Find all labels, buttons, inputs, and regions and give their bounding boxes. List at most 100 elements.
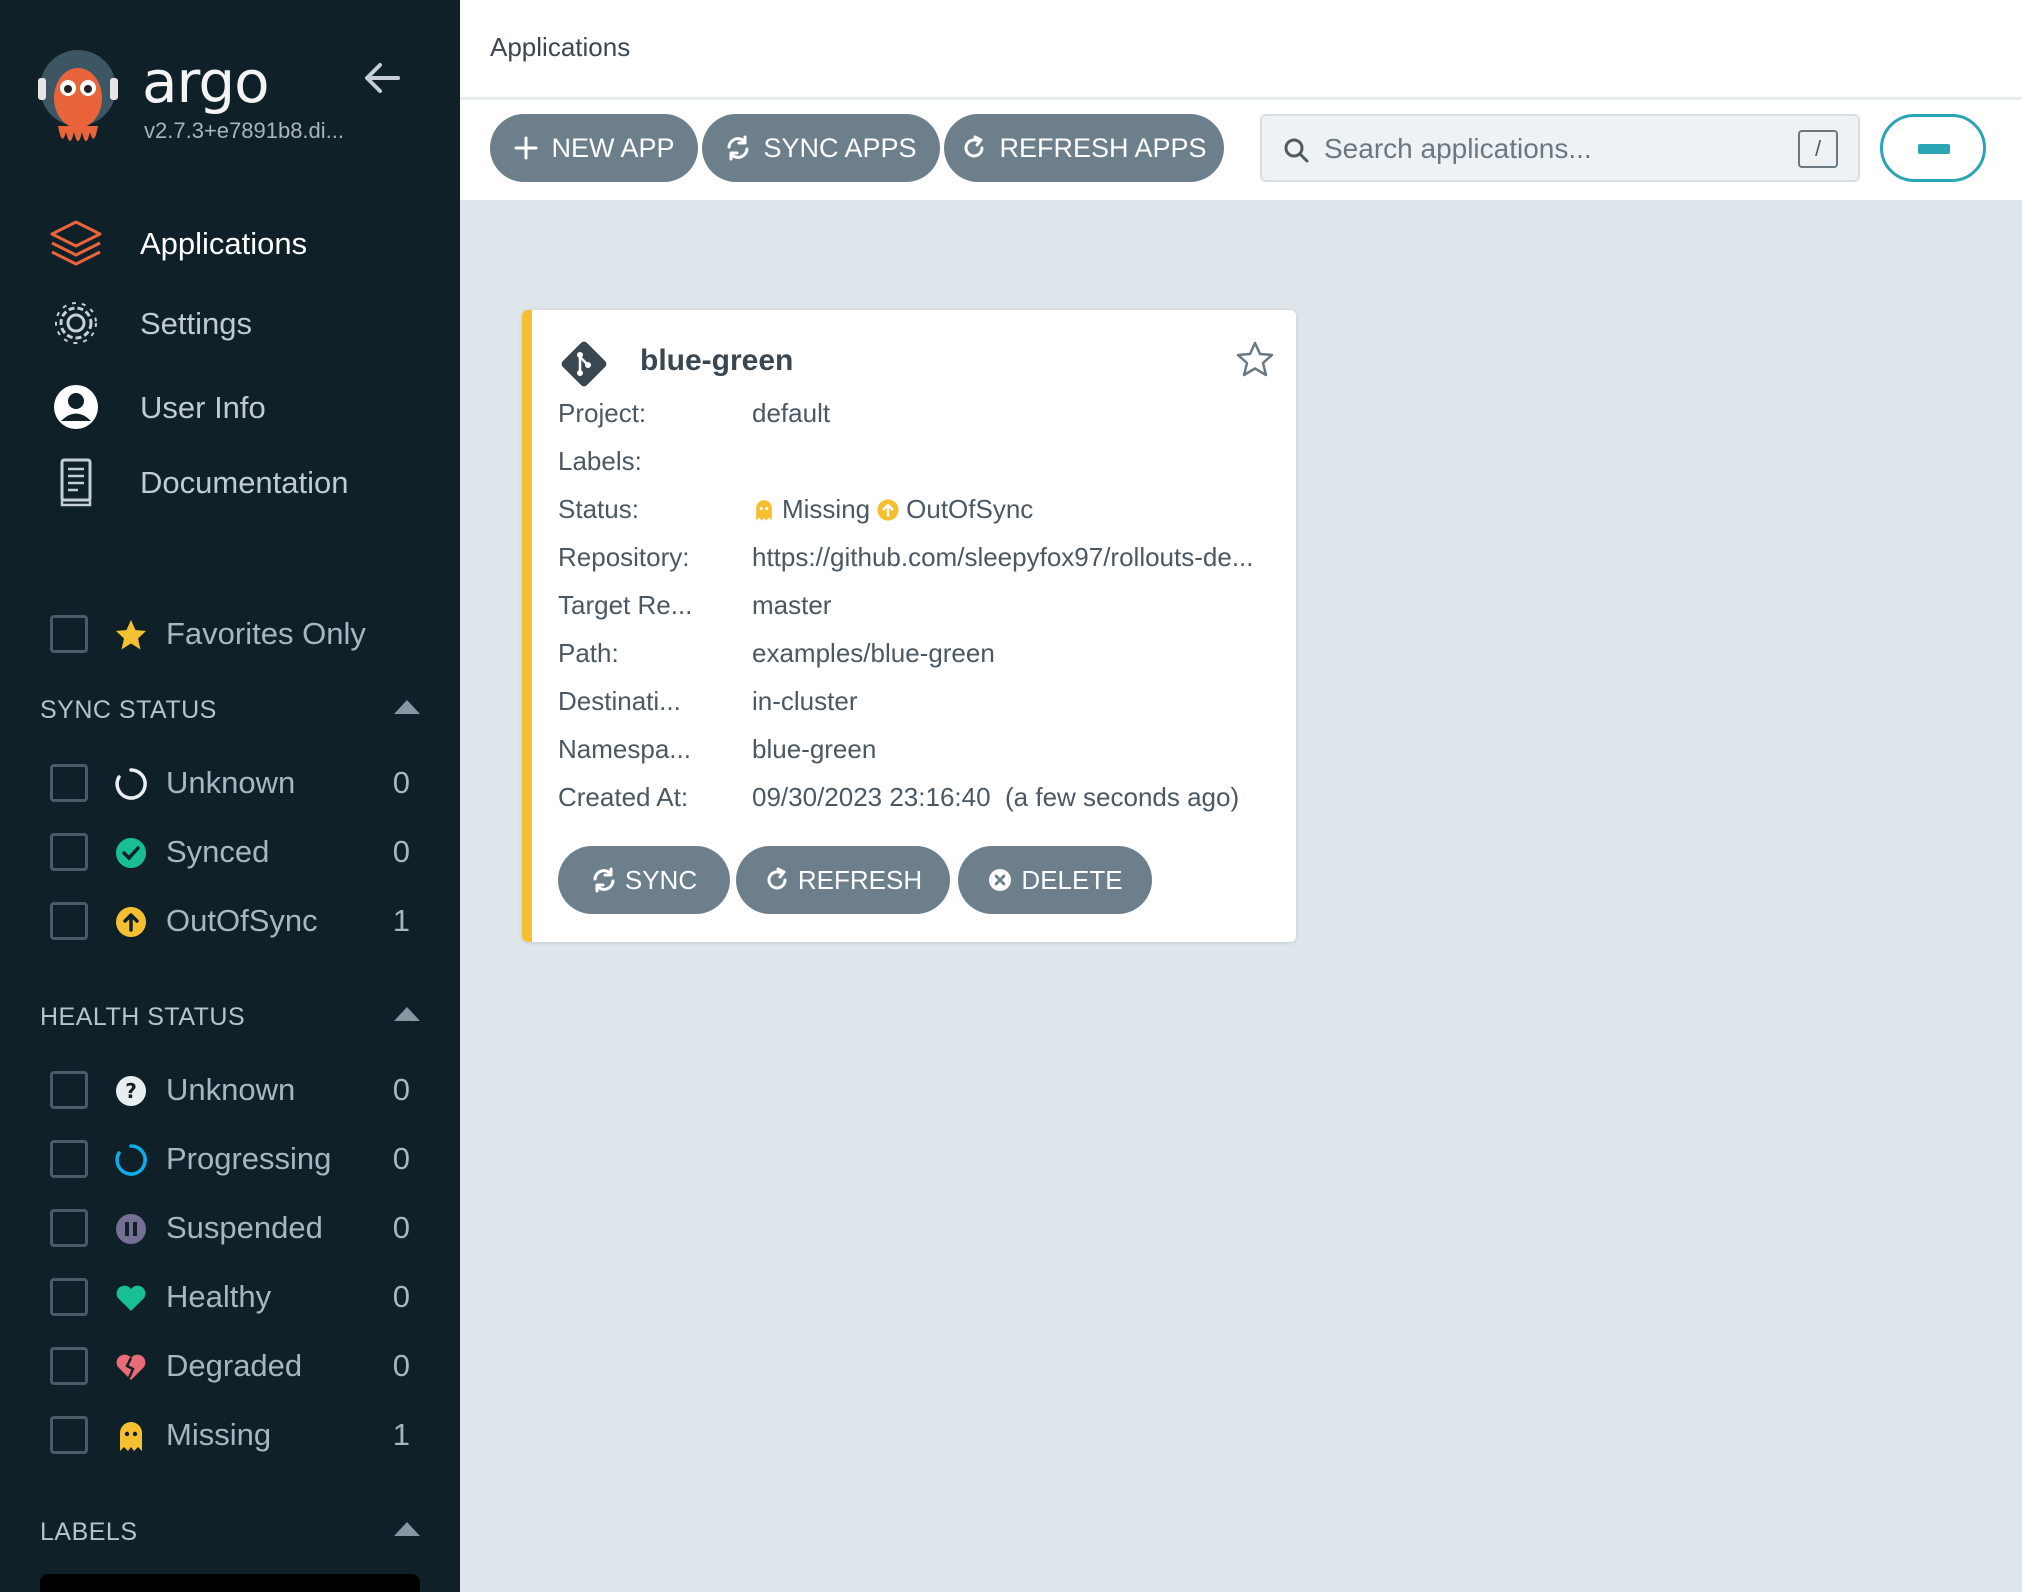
brand-name: argo — [142, 48, 270, 116]
refresh-apps-button[interactable]: REFRESH APPS — [944, 114, 1224, 182]
nav-user-info[interactable]: User Info — [0, 372, 460, 442]
field-value[interactable]: https://github.com/sleepyfox97/rollouts-… — [752, 542, 1254, 573]
nav-documentation[interactable]: Documentation — [0, 447, 460, 517]
app-card[interactable]: blue-green Project: default Labels: Stat… — [522, 310, 1296, 942]
check-circle-icon — [114, 836, 148, 870]
section-title: HEALTH STATUS — [40, 1003, 246, 1031]
filter-health-degraded[interactable]: Degraded 0 — [0, 1336, 460, 1396]
filter-checkbox[interactable] — [50, 1347, 88, 1385]
filter-sync-outofsync[interactable]: OutOfSync 1 — [0, 891, 460, 951]
filter-label: Healthy — [166, 1279, 272, 1314]
labels-section-toggle[interactable]: LABELS — [40, 1512, 430, 1552]
filter-sync-unknown[interactable]: Unknown 0 — [0, 753, 460, 813]
delete-button[interactable]: DELETE — [958, 846, 1152, 914]
filter-checkbox[interactable] — [50, 833, 88, 871]
user-icon — [48, 382, 104, 432]
field-key: Path: — [558, 638, 619, 668]
filter-label: Suspended — [166, 1210, 323, 1245]
nav-applications[interactable]: Applications — [0, 208, 460, 278]
heart-icon — [114, 1281, 148, 1315]
filter-checkbox[interactable] — [50, 1416, 88, 1454]
sidebar: argo v2.7.3+e7891b8.di... Applications S… — [0, 0, 460, 1592]
ghost-icon — [756, 499, 772, 521]
new-app-button[interactable]: NEW APP — [490, 114, 698, 182]
filter-count: 0 — [392, 1141, 410, 1176]
field-key: Destinati... — [558, 686, 681, 716]
filter-checkbox[interactable] — [50, 1071, 88, 1109]
search-input[interactable] — [1324, 126, 1794, 172]
filter-checkbox[interactable] — [50, 1209, 88, 1247]
close-circle-icon — [989, 869, 1012, 891]
field-status: Status: Missing OutOfSync — [558, 488, 1278, 528]
new-app-label: NEW APP — [551, 132, 675, 163]
favorites-only-filter[interactable]: Favorites Only — [0, 604, 460, 664]
caret-up-icon — [394, 1007, 420, 1021]
plus-icon — [514, 136, 538, 160]
question-circle-icon: ? — [114, 1074, 148, 1108]
filter-checkbox[interactable] — [50, 764, 88, 802]
sync-apps-button[interactable]: SYNC APPS — [702, 114, 940, 182]
sync-label: SYNC — [624, 864, 698, 895]
field-key: Project: — [558, 398, 647, 428]
field-key: Labels: — [558, 446, 642, 476]
health-status-text: Missing — [782, 494, 871, 524]
field-labels: Labels: — [558, 440, 1278, 480]
sync-icon — [727, 135, 749, 161]
section-title: LABELS — [40, 1518, 138, 1546]
favorites-checkbox[interactable] — [50, 615, 88, 653]
filter-checkbox[interactable] — [50, 1278, 88, 1316]
filter-label: Missing — [166, 1417, 272, 1452]
argo-logo — [38, 48, 118, 152]
git-icon — [558, 338, 610, 390]
field-value: examples/blue-green — [752, 638, 995, 668]
sync-icon — [593, 867, 615, 893]
field-target-revision: Target Re... master — [558, 584, 1278, 624]
field-project: Project: default — [558, 392, 1278, 432]
sync-button[interactable]: SYNC — [558, 846, 730, 914]
filter-checkbox[interactable] — [50, 902, 88, 940]
arrow-up-circle-icon — [114, 905, 148, 939]
health-status-section-toggle[interactable]: HEALTH STATUS — [40, 997, 430, 1037]
pause-circle-icon — [114, 1212, 148, 1246]
search-shortcut-hint: / — [1798, 130, 1838, 168]
caret-up-icon — [394, 1522, 420, 1536]
filter-health-missing[interactable]: Missing 1 — [0, 1405, 460, 1465]
page-title: Applications — [490, 32, 631, 62]
search-box: / — [1260, 114, 1860, 182]
field-key: Namespa... — [558, 734, 691, 764]
filter-count: 0 — [392, 1210, 410, 1245]
field-value: in-cluster — [752, 686, 858, 716]
filter-label: Unknown — [166, 765, 296, 800]
filter-health-progressing[interactable]: Progressing 0 — [0, 1129, 460, 1189]
field-value: master — [752, 590, 832, 620]
filter-checkbox[interactable] — [50, 1140, 88, 1178]
app-name[interactable]: blue-green — [640, 344, 793, 378]
sync-status-section-toggle[interactable]: SYNC STATUS — [40, 690, 430, 730]
favorite-star-icon[interactable] — [1236, 340, 1274, 378]
star-icon — [114, 618, 148, 652]
caret-up-icon — [394, 700, 420, 714]
field-destination: Destinati... in-cluster — [558, 680, 1278, 720]
spinner-icon — [114, 1143, 148, 1177]
filter-count: 1 — [392, 903, 410, 938]
top-bar: Applications — [460, 0, 2022, 100]
refresh-apps-label: REFRESH APPS — [999, 132, 1207, 163]
collapse-sidebar-button[interactable] — [360, 56, 404, 100]
book-icon — [48, 457, 104, 507]
filter-sync-synced[interactable]: Synced 0 — [0, 822, 460, 882]
ruler-icon — [1918, 144, 1950, 154]
arrow-left-icon — [365, 63, 400, 93]
filter-health-healthy[interactable]: Healthy 0 — [0, 1267, 460, 1327]
nav-label: Settings — [140, 306, 253, 341]
filter-health-suspended[interactable]: Suspended 0 — [0, 1198, 460, 1258]
field-value: 09/30/2023 23:16:40 (a few seconds ago) — [752, 782, 1240, 812]
nav-label: Applications — [140, 226, 308, 261]
delete-label: DELETE — [1021, 864, 1123, 895]
nav-settings[interactable]: Settings — [0, 288, 460, 358]
labels-filter-input[interactable] — [40, 1574, 420, 1592]
filter-health-unknown[interactable]: ? Unknown 0 — [0, 1060, 460, 1120]
view-options-button[interactable] — [1880, 114, 1986, 182]
sync-status-text: OutOfSync — [906, 494, 1034, 524]
refresh-button[interactable]: REFRESH — [736, 846, 950, 914]
field-created-at: Created At: 09/30/2023 23:16:40 (a few s… — [558, 776, 1278, 816]
